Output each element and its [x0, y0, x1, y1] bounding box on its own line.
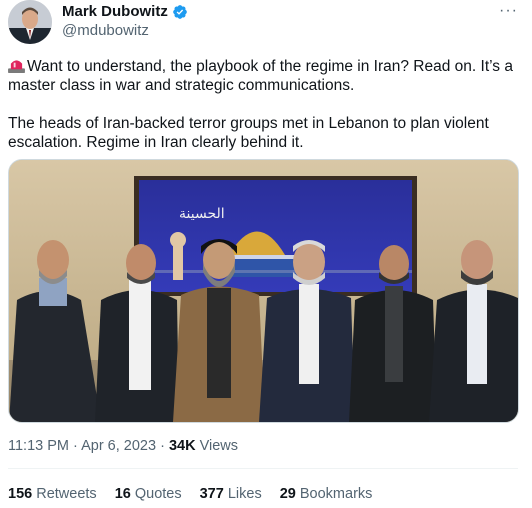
quotes-count: 16 [114, 486, 131, 502]
tweet-paragraph-1-text: Want to understand, the playbook of the … [8, 58, 513, 94]
views-count: 34K [168, 438, 196, 454]
tweet-photo[interactable]: الحسينة [8, 159, 519, 423]
likes-count: 377 [199, 486, 224, 502]
more-options-icon[interactable]: ··· [499, 2, 518, 20]
tweet-time[interactable]: 11:13 PM [8, 438, 69, 454]
likes-label: Likes [223, 486, 262, 502]
tweet-date[interactable]: Apr 6, 2023 [81, 438, 156, 454]
tweet-meta: 11:13 PM · Apr 6, 2023 · 34K Views [8, 438, 238, 454]
bookmarks-label: Bookmarks [295, 486, 373, 502]
quotes-stat[interactable]: 16 Quotes [115, 486, 182, 502]
banner-arabic-text: الحسينة [179, 206, 225, 222]
meta-separator-2: · [156, 438, 169, 454]
author-row: Mark Dubowitz [62, 3, 188, 21]
retweets-stat[interactable]: 156 Retweets [8, 486, 97, 502]
author-handle[interactable]: @mdubowitz [62, 22, 149, 39]
bookmarks-stat[interactable]: 29 Bookmarks [280, 486, 373, 502]
tweet-paragraph-2: The heads of Iran-backed terror groups m… [8, 115, 489, 151]
tweet: Mark Dubowitz @mdubowitz ··· Want to und… [0, 0, 532, 508]
tweet-text: Want to understand, the playbook of the … [8, 57, 518, 171]
views-label: Views [195, 438, 239, 454]
quotes-label: Quotes [130, 486, 182, 502]
likes-stat[interactable]: 377 Likes [200, 486, 262, 502]
divider [8, 468, 518, 469]
retweets-label: Retweets [32, 486, 97, 502]
avatar-photo [8, 0, 52, 44]
author-name[interactable]: Mark Dubowitz [62, 3, 168, 21]
bookmarks-count: 29 [279, 486, 296, 502]
tweet-paragraph-1: Want to understand, the playbook of the … [8, 57, 518, 95]
meta-separator-1: · [69, 438, 82, 454]
engagement-stats: 156 Retweets 16 Quotes 377 Likes 29 Book… [8, 486, 372, 502]
verified-badge-icon [173, 5, 187, 19]
siren-icon [8, 60, 25, 73]
avatar[interactable] [8, 0, 52, 44]
retweets-count: 156 [8, 486, 33, 502]
photo-image: الحسينة [9, 160, 518, 422]
